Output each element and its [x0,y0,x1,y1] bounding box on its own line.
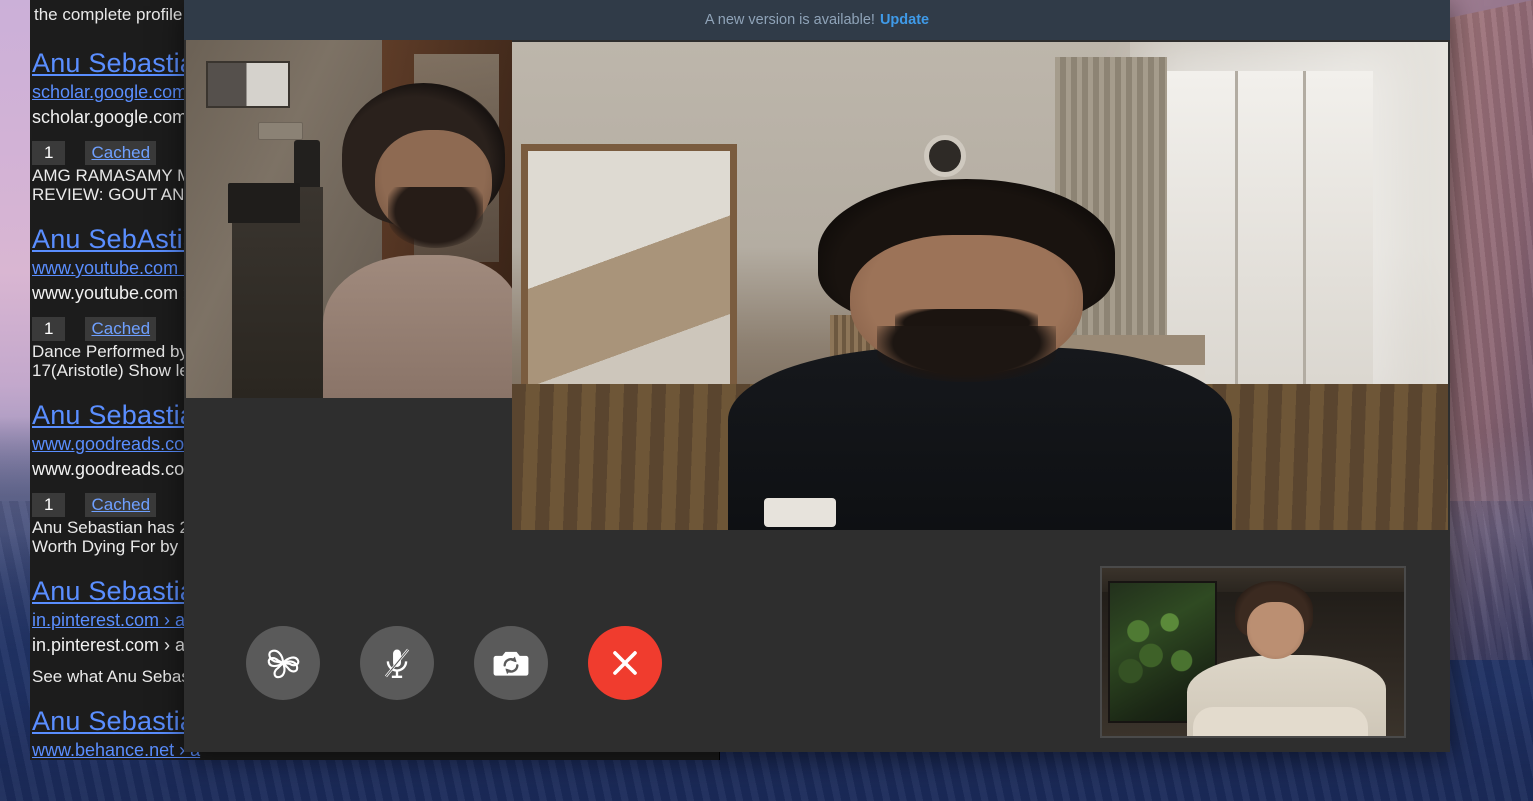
cached-link[interactable]: Cached [85,493,157,517]
result-index-badge: 1 [32,141,66,165]
update-banner-message: A new version is available! [704,12,875,28]
cached-link[interactable]: Cached [85,141,157,165]
video-stage [184,40,1450,752]
call-controls-bar [246,626,662,700]
self-person-arm [1192,707,1368,736]
scene-foliage [1117,604,1202,693]
main-person [728,178,1232,530]
scene-window-bar [1303,71,1307,394]
participant-video-main[interactable] [512,42,1448,530]
video-left-scene [186,40,512,398]
scene-laptop [228,183,301,223]
result-index-badge: 1 [32,493,66,517]
close-x-icon [605,643,645,683]
person-beard [388,186,483,248]
camera-flip-icon [492,644,530,682]
participant-video-left[interactable] [186,40,512,398]
self-view-scene [1102,568,1404,736]
cached-link[interactable]: Cached [85,317,157,341]
end-call-button[interactable] [588,626,662,700]
update-notification-banner[interactable]: A new version is available! Update [184,0,1450,40]
switch-camera-button[interactable] [474,626,548,700]
pinwheel-icon [263,643,303,683]
scene-switch-plate [257,122,304,141]
scene-mirror [521,144,737,413]
video-main-scene [512,42,1448,530]
result-index-badge: 1 [32,317,66,341]
scene-window-bar [1235,71,1239,394]
microphone-muted-icon [378,644,416,682]
video-call-window[interactable]: A new version is available! Update [184,0,1450,752]
effects-button[interactable] [246,626,320,700]
scene-wall-clock [923,134,966,177]
self-view-video[interactable] [1100,566,1406,738]
update-link[interactable]: Update [880,12,929,28]
main-person-cuff [764,498,837,527]
scene-wall-picture [205,61,291,108]
self-person-face [1246,601,1305,659]
person-body [322,254,512,398]
microphone-button[interactable] [360,626,434,700]
